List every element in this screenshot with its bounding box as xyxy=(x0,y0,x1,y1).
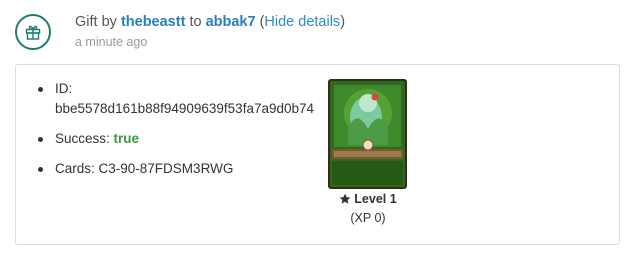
timestamp: a minute ago xyxy=(75,35,148,49)
success-label: Success: xyxy=(55,131,110,146)
card-level: Level 1 xyxy=(316,192,420,206)
detail-id: ID: bbe5578d161b88f94909639f53fa7a9d0b74 xyxy=(38,79,338,119)
activity-header: Gift by thebeastt to abbak7 (Hide detail… xyxy=(75,12,345,32)
id-value: bbe5578d161b88f94909639f53fa7a9d0b74 xyxy=(55,101,315,116)
card-xp: (XP 0) xyxy=(350,211,386,225)
cards-value: C3-90-87FDSM3RWG xyxy=(98,161,234,176)
success-value: true xyxy=(113,131,140,146)
detail-cards: Cards: C3-90-87FDSM3RWG xyxy=(38,159,338,179)
card-artwork xyxy=(328,79,407,189)
star-icon xyxy=(339,193,351,204)
header-to: to xyxy=(189,14,202,30)
card-level-text: Level 1 xyxy=(354,192,397,206)
hide-details-link[interactable]: Hide details xyxy=(264,14,340,30)
details-panel: ID: bbe5578d161b88f94909639f53fa7a9d0b74… xyxy=(15,64,620,245)
toggle-close-paren: ) xyxy=(340,14,346,30)
card-image[interactable] xyxy=(328,79,407,189)
detail-success: Success: true xyxy=(38,129,338,149)
sender-link[interactable]: thebeastt xyxy=(121,14,185,30)
header-prefix: Gift by xyxy=(75,14,117,30)
id-label: ID: xyxy=(55,81,73,96)
recipient-link[interactable]: abbak7 xyxy=(206,14,256,30)
details-list: ID: bbe5578d161b88f94909639f53fa7a9d0b74… xyxy=(38,79,338,189)
card-caption: Level 1 (XP 0) xyxy=(316,192,420,225)
gift-icon xyxy=(15,14,51,50)
cards-label: Cards: xyxy=(55,161,95,176)
